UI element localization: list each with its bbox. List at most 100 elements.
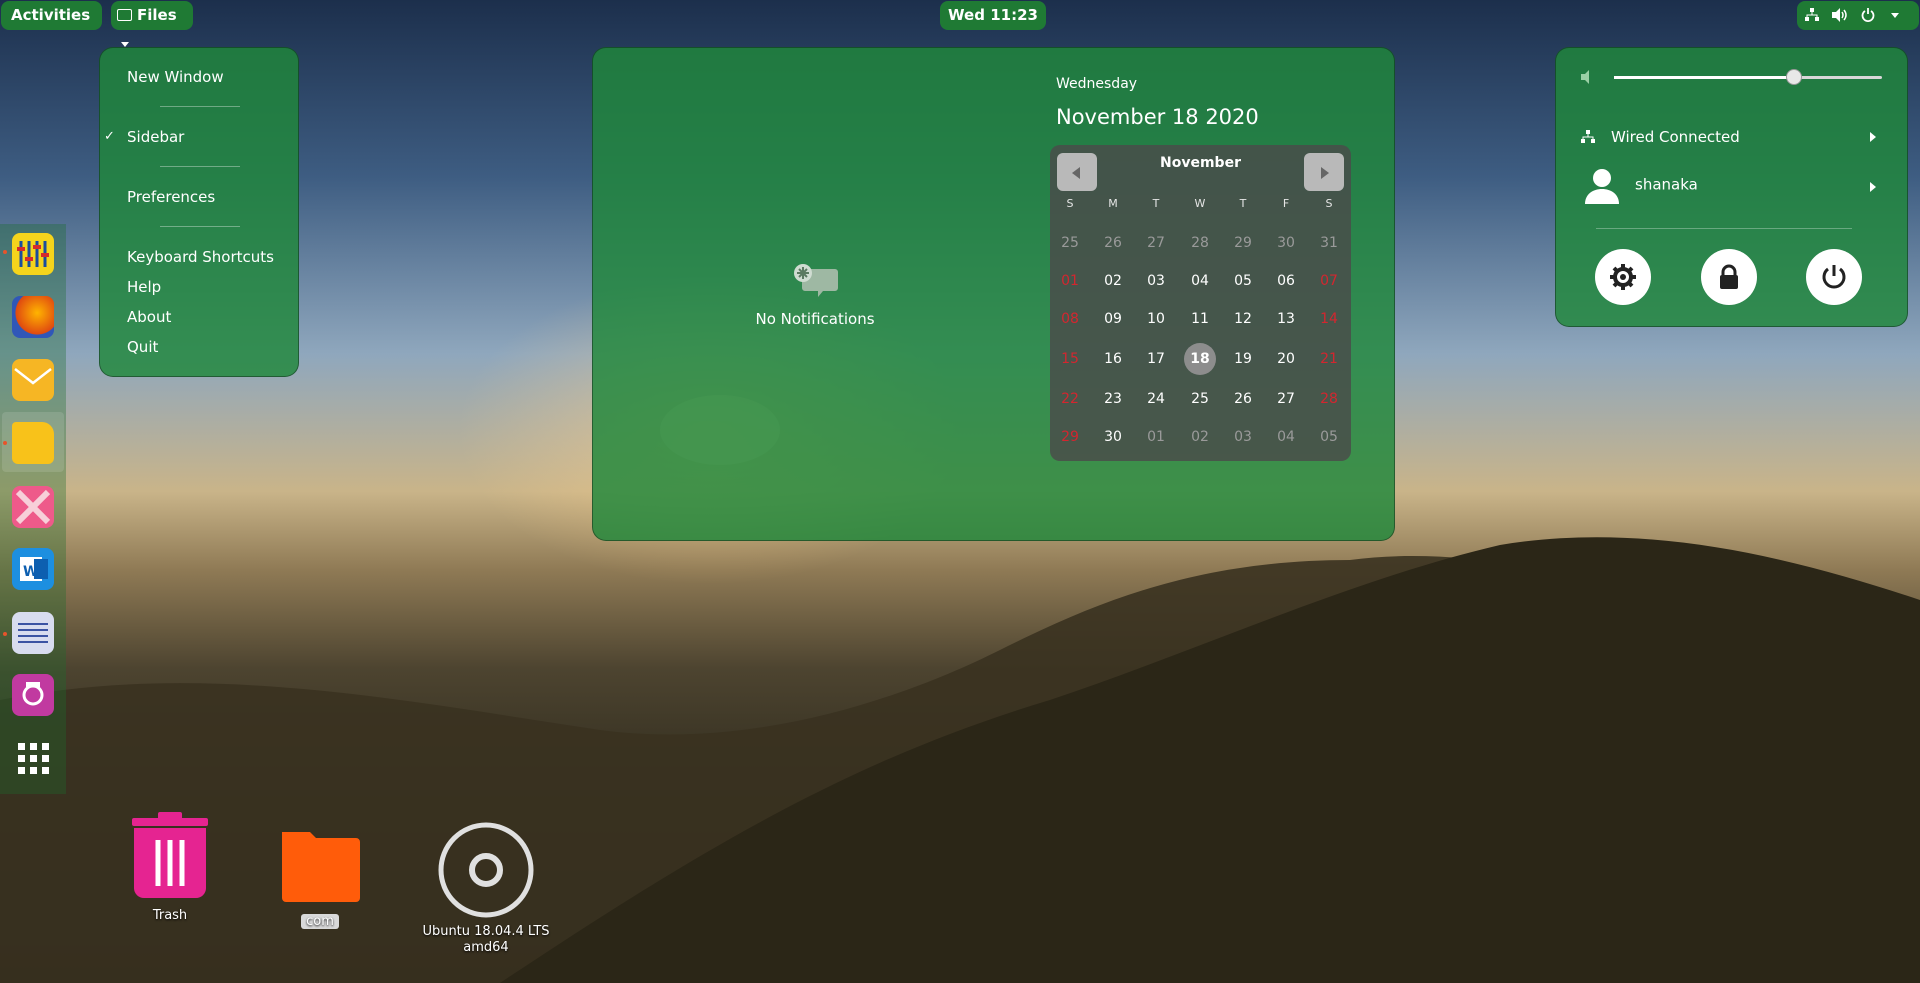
weekday-header: F (1282, 197, 1290, 210)
desktop-icon-label: Trash (152, 908, 188, 923)
volume-slider-fill (1614, 76, 1794, 79)
calendar-day[interactable]: 02 (1096, 266, 1130, 296)
app-grid-icon (18, 743, 49, 774)
running-indicator (3, 250, 7, 254)
folder-icon (282, 832, 360, 902)
calendar-day[interactable]: 16 (1096, 344, 1130, 374)
calendar-day[interactable]: 26 (1096, 228, 1130, 258)
weekday-header: S (1066, 197, 1074, 210)
volume-slider[interactable] (1614, 69, 1882, 85)
app-menu-popover: New Window ✓ Sidebar Preferences Keyboar… (99, 47, 299, 377)
mail-icon[interactable] (12, 359, 54, 401)
x-icon (15, 489, 51, 525)
next-month-button[interactable] (1304, 153, 1344, 191)
app-menu-button[interactable]: Files (111, 1, 193, 47)
calendar-grid: November S M T W T F S 25 26 27 28 29 30 31 01 02 03 04 05… (1050, 145, 1351, 461)
calendar-day[interactable]: 03 (1139, 266, 1173, 296)
calendar-day[interactable]: 06 (1269, 266, 1303, 296)
text-lines-icon (18, 623, 48, 643)
calendar-day[interactable]: 27 (1269, 384, 1303, 414)
screen-recorder-icon[interactable] (12, 674, 54, 716)
xorg-app-icon[interactable] (12, 486, 54, 528)
calendar-day[interactable]: 27 (1139, 228, 1173, 258)
desktop-icon-ubuntu-disc[interactable]: Ubuntu 18.04.4 LTS amd64 (416, 820, 556, 956)
calendar-day[interactable]: 28 (1312, 384, 1346, 414)
settings-icon (1610, 264, 1636, 290)
show-applications-button[interactable] (12, 737, 54, 779)
calendar-day[interactable]: 30 (1096, 422, 1130, 452)
calendar-day[interactable]: 21 (1312, 344, 1346, 374)
calendar-day[interactable]: 28 (1183, 228, 1217, 258)
activities-button[interactable]: Activities (1, 1, 102, 30)
calendar-day[interactable]: 04 (1183, 266, 1217, 296)
network-icon (1581, 130, 1595, 143)
calendar-day[interactable]: 05 (1226, 266, 1260, 296)
running-indicator (3, 632, 7, 636)
calendar-day[interactable]: 22 (1053, 384, 1087, 414)
calendar-day[interactable]: 17 (1139, 344, 1173, 374)
calendar-day[interactable]: 13 (1269, 304, 1303, 334)
menu-item-sidebar[interactable]: Sidebar (127, 128, 184, 146)
word-processor-icon[interactable]: W (12, 548, 54, 590)
firefox-icon[interactable] (12, 296, 54, 338)
weekday-header: T (1152, 197, 1160, 210)
settings-button[interactable] (1595, 249, 1651, 305)
calendar-day[interactable]: 01 (1139, 422, 1173, 452)
menu-item-preferences[interactable]: Preferences (127, 188, 215, 206)
menu-item-quit[interactable]: Quit (127, 338, 158, 356)
calendar-day[interactable]: 31 (1312, 228, 1346, 258)
text-editor-icon[interactable] (12, 612, 54, 654)
lock-button[interactable] (1701, 249, 1757, 305)
calendar-day[interactable]: 07 (1312, 266, 1346, 296)
clock-button[interactable]: Wed 11:23 (940, 1, 1046, 30)
chevron-right-icon (1870, 132, 1876, 142)
calendar-day[interactable]: 01 (1053, 266, 1087, 296)
weekday-header: T (1239, 197, 1247, 210)
calendar-day[interactable]: 20 (1269, 344, 1303, 374)
svg-text:W: W (23, 564, 38, 580)
mixer-app-icon[interactable] (12, 233, 54, 275)
calendar-day[interactable]: 18 (1184, 343, 1216, 375)
calendar-day[interactable]: 26 (1226, 384, 1260, 414)
volume-slider-handle[interactable] (1785, 69, 1802, 85)
optical-disc-icon (438, 822, 534, 918)
calendar-day[interactable]: 25 (1183, 384, 1217, 414)
menu-separator (160, 226, 240, 227)
files-icon[interactable] (12, 422, 54, 464)
calendar-day[interactable]: 12 (1226, 304, 1260, 334)
power-icon (1862, 8, 1875, 22)
menu-item-help[interactable]: Help (127, 278, 161, 296)
calendar-day[interactable]: 05 (1312, 422, 1346, 452)
calendar-day[interactable]: 23 (1096, 384, 1130, 414)
chevron-right-icon (1321, 167, 1329, 179)
calendar-day[interactable]: 25 (1053, 228, 1087, 258)
calendar-day[interactable]: 29 (1226, 228, 1260, 258)
menu-item-keyboard-shortcuts[interactable]: Keyboard Shortcuts (127, 248, 274, 266)
lock-icon (1720, 264, 1738, 289)
no-notifications-icon (794, 264, 838, 297)
status-menu-button[interactable] (1797, 1, 1919, 30)
calendar-day[interactable]: 14 (1312, 304, 1346, 334)
calendar-day[interactable]: 02 (1183, 422, 1217, 452)
calendar-day[interactable]: 24 (1139, 384, 1173, 414)
calendar-day[interactable]: 29 (1053, 422, 1087, 452)
calendar-day[interactable]: 11 (1183, 304, 1217, 334)
user-row[interactable]: shanaka (1581, 166, 1891, 204)
desktop-icon-folder[interactable]: com (270, 826, 370, 929)
calendar-day[interactable]: 04 (1269, 422, 1303, 452)
menu-separator (1596, 228, 1852, 229)
calendar-day[interactable]: 30 (1269, 228, 1303, 258)
calendar-day[interactable]: 09 (1096, 304, 1130, 334)
power-off-button[interactable] (1806, 249, 1862, 305)
envelope-icon (14, 368, 52, 385)
menu-item-about[interactable]: About (127, 308, 171, 326)
calendar-day[interactable]: 10 (1139, 304, 1173, 334)
date-label[interactable]: November 18 2020 (1056, 105, 1259, 129)
menu-item-new-window[interactable]: New Window (127, 68, 224, 86)
calendar-day[interactable]: 08 (1053, 304, 1087, 334)
calendar-day[interactable]: 15 (1053, 344, 1087, 374)
calendar-day[interactable]: 03 (1226, 422, 1260, 452)
desktop-icon-trash[interactable]: Trash (120, 812, 220, 923)
network-row[interactable]: Wired Connected (1581, 128, 1891, 146)
calendar-day[interactable]: 19 (1226, 344, 1260, 374)
